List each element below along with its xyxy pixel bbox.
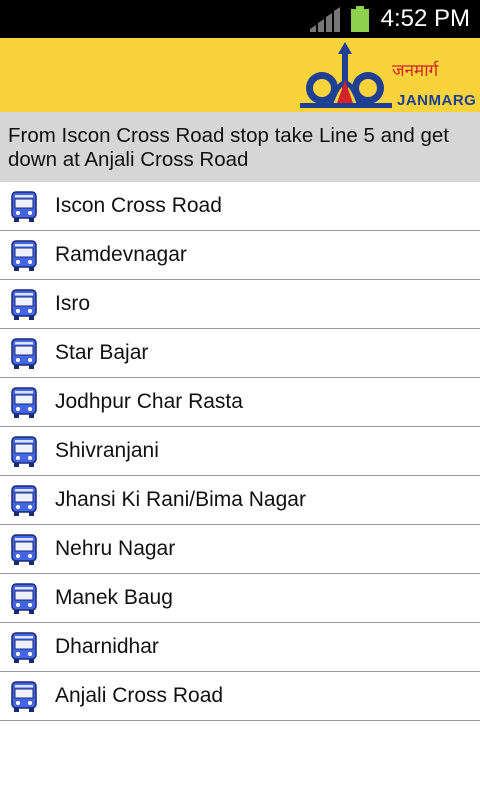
stop-name: Jodhpur Char Rasta bbox=[55, 390, 243, 413]
stop-name: Manek Baug bbox=[55, 586, 173, 609]
bus-icon bbox=[11, 387, 37, 418]
list-item[interactable]: Star Bajar bbox=[0, 329, 480, 378]
bus-icon bbox=[11, 191, 37, 222]
list-item[interactable]: Isro bbox=[0, 280, 480, 329]
stop-list: Iscon Cross Road Ramdevnagar Isro Star B… bbox=[0, 182, 480, 721]
battery-icon bbox=[351, 6, 369, 32]
list-item[interactable]: Shivranjani bbox=[0, 427, 480, 476]
list-item[interactable]: Ramdevnagar bbox=[0, 231, 480, 280]
bus-icon bbox=[11, 485, 37, 516]
stop-name: Anjali Cross Road bbox=[55, 684, 224, 707]
list-item[interactable]: Dharnidhar bbox=[0, 623, 480, 672]
list-item[interactable]: Iscon Cross Road bbox=[0, 182, 480, 231]
bus-icon bbox=[11, 632, 37, 663]
stop-name: Iscon Cross Road bbox=[55, 194, 222, 217]
bus-icon bbox=[11, 289, 37, 320]
stop-name: Jhansi Ki Rani/Bima Nagar bbox=[55, 488, 306, 511]
bus-icon bbox=[11, 436, 37, 467]
stop-name: Isro bbox=[55, 292, 91, 315]
list-item[interactable]: Manek Baug bbox=[0, 574, 480, 623]
signal-icon bbox=[310, 7, 340, 32]
list-item[interactable]: Jhansi Ki Rani/Bima Nagar bbox=[0, 476, 480, 525]
list-item[interactable]: Nehru Nagar bbox=[0, 525, 480, 574]
stop-name: Star Bajar bbox=[55, 341, 149, 364]
bus-icon bbox=[11, 534, 37, 565]
stop-name: Nehru Nagar bbox=[55, 537, 176, 560]
stop-name: Dharnidhar bbox=[55, 635, 159, 658]
app-header: जनमार्ग JANMARG bbox=[0, 38, 480, 112]
bus-icon bbox=[11, 240, 37, 271]
bus-icon bbox=[11, 338, 37, 369]
list-item[interactable]: Anjali Cross Road bbox=[0, 672, 480, 721]
bus-icon bbox=[11, 681, 37, 712]
route-instruction: From Iscon Cross Road stop take Line 5 a… bbox=[0, 112, 480, 182]
stop-name: Ramdevnagar bbox=[55, 243, 187, 266]
status-time: 4:52 PM bbox=[380, 5, 470, 32]
list-item[interactable]: Jodhpur Char Rasta bbox=[0, 378, 480, 427]
bus-icon bbox=[11, 583, 37, 614]
stop-name: Shivranjani bbox=[55, 439, 159, 462]
status-bar: 4:52 PM bbox=[0, 0, 480, 38]
logo-english-text: JANMARG bbox=[397, 92, 477, 109]
logo-hindi-text: जनमार्ग bbox=[392, 61, 439, 81]
